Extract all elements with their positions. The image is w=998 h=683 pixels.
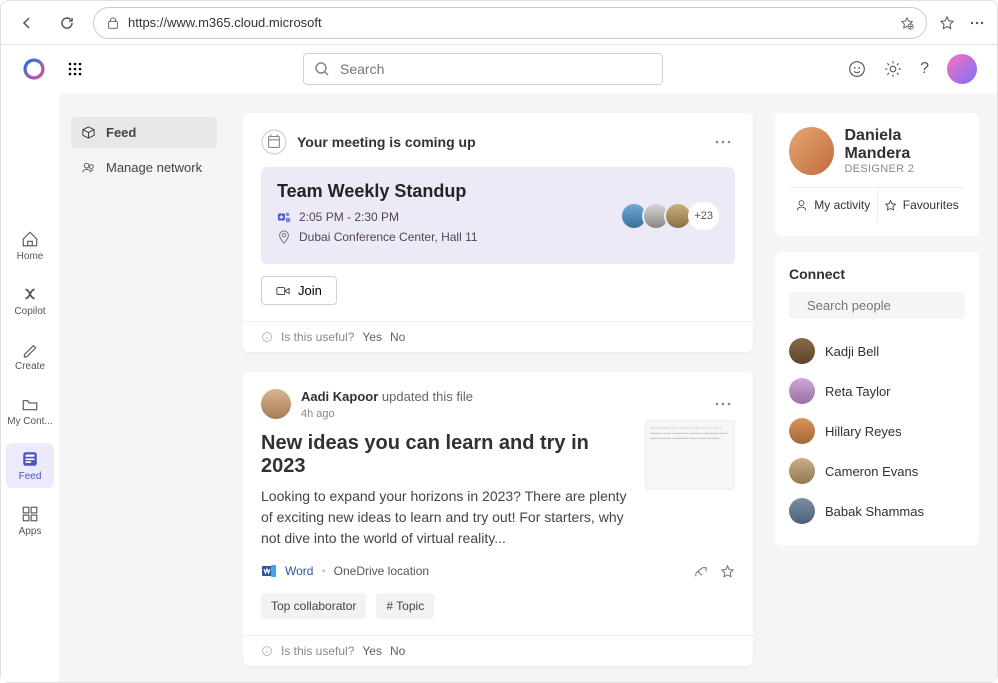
person-icon (795, 199, 808, 212)
copilot-icon (20, 284, 40, 304)
search-icon (314, 61, 330, 77)
meeting-title: Team Weekly Standup (277, 181, 478, 202)
arrow-left-icon (19, 15, 35, 31)
calendar-icon (261, 129, 287, 155)
author-name[interactable]: Aadi Kapoor (301, 389, 378, 404)
profile-avatar[interactable] (789, 127, 834, 175)
add-favorite-icon[interactable] (900, 16, 914, 30)
file-location[interactable]: OneDrive location (334, 564, 429, 578)
info-icon (261, 331, 273, 343)
left-rail: Home Copilot Create My Cont... Feed Apps (1, 93, 59, 682)
chip-top-collaborator[interactable]: Top collaborator (261, 593, 366, 619)
sidebar-item-feed[interactable]: Feed (71, 117, 217, 148)
chip-topic[interactable]: # Topic (376, 593, 434, 619)
search-input[interactable] (340, 61, 652, 77)
card-more-button[interactable] (711, 136, 735, 148)
app-header: ? (1, 45, 997, 93)
meeting-card: Your meeting is coming up Team Weekly St… (243, 113, 753, 352)
person-row[interactable]: Kadji Bell (789, 331, 965, 371)
feed-cube-icon (81, 125, 96, 140)
app-launcher-button[interactable] (65, 59, 85, 79)
star-icon (884, 199, 897, 212)
person-avatar (789, 458, 815, 484)
teams-icon (277, 210, 291, 224)
connect-card: Connect Kadji Bell Reta Taylor Hillary R… (775, 252, 979, 545)
share-icon[interactable] (693, 564, 708, 579)
address-bar[interactable] (93, 7, 927, 39)
sidebar-item-manage-network[interactable]: Manage network (71, 152, 217, 183)
settings-icon[interactable] (884, 60, 902, 78)
folder-icon (20, 394, 40, 414)
apps-icon (20, 504, 40, 524)
my-activity-button[interactable]: My activity (789, 188, 878, 222)
useful-yes[interactable]: Yes (362, 330, 382, 344)
profile-card: Daniela Mandera DESIGNER 2 My activity F… (775, 113, 979, 236)
useful-no[interactable]: No (390, 330, 405, 344)
person-avatar (789, 338, 815, 364)
emoji-icon[interactable] (848, 60, 866, 78)
star-icon[interactable] (720, 564, 735, 579)
person-row[interactable]: Babak Shammas (789, 491, 965, 531)
location-icon (277, 230, 291, 244)
card-more-button[interactable] (711, 398, 735, 410)
meeting-banner: Team Weekly Standup 2:05 PM - 2:30 PM Du… (261, 167, 735, 264)
file-update-card: Aadi Kapoor updated this file 4h ago New… (243, 372, 753, 666)
document-thumbnail[interactable]: New ideas you can learn and try in 2023 … (645, 420, 735, 490)
global-search[interactable] (303, 53, 663, 85)
profile-role: DESIGNER 2 (844, 163, 965, 175)
more-icon[interactable] (969, 15, 985, 31)
create-icon (20, 339, 40, 359)
person-row[interactable]: Hillary Reyes (789, 411, 965, 451)
post-time: 4h ago (301, 408, 335, 420)
connect-title: Connect (789, 266, 965, 282)
attendees: +23 (626, 181, 719, 250)
m365-logo-icon[interactable] (21, 56, 47, 82)
people-search-input[interactable] (807, 298, 983, 313)
file-app-label[interactable]: Word (285, 564, 313, 578)
person-avatar (789, 418, 815, 444)
post-title[interactable]: New ideas you can learn and try in 2023 (261, 432, 631, 478)
join-button[interactable]: Join (261, 276, 337, 305)
rail-apps[interactable]: Apps (6, 498, 54, 543)
useful-no[interactable]: No (390, 644, 405, 658)
person-row[interactable]: Reta Taylor (789, 371, 965, 411)
useful-yes[interactable]: Yes (362, 644, 382, 658)
feed-column: Your meeting is coming up Team Weekly St… (229, 93, 767, 682)
favourites-button[interactable]: Favourites (878, 188, 966, 222)
feed-sidebar: Feed Manage network (59, 93, 229, 682)
refresh-icon (59, 15, 75, 31)
back-button[interactable] (13, 9, 41, 37)
post-excerpt: Looking to expand your horizons in 2023?… (261, 486, 631, 549)
meeting-heading: Your meeting is coming up (297, 134, 476, 150)
attendee-overflow[interactable]: +23 (688, 202, 719, 230)
word-icon (261, 563, 277, 579)
help-button[interactable]: ? (920, 60, 929, 78)
feed-icon (20, 449, 40, 469)
author-avatar[interactable] (261, 389, 291, 419)
right-column: Daniela Mandera DESIGNER 2 My activity F… (767, 93, 997, 682)
rail-home[interactable]: Home (6, 223, 54, 268)
rail-feed[interactable]: Feed (6, 443, 54, 488)
url-input[interactable] (128, 15, 892, 30)
refresh-button[interactable] (53, 9, 81, 37)
person-avatar (789, 498, 815, 524)
person-row[interactable]: Cameron Evans (789, 451, 965, 491)
info-icon (261, 645, 273, 657)
favorites-icon[interactable] (939, 15, 955, 31)
person-avatar (789, 378, 815, 404)
user-avatar[interactable] (947, 54, 977, 84)
home-icon (20, 229, 40, 249)
browser-toolbar (1, 1, 997, 45)
rail-copilot[interactable]: Copilot (6, 278, 54, 323)
people-icon (81, 160, 96, 175)
connect-search[interactable] (789, 292, 965, 319)
video-icon (276, 284, 290, 298)
rail-mycontent[interactable]: My Cont... (6, 388, 54, 433)
rail-create[interactable]: Create (6, 333, 54, 378)
profile-name: Daniela Mandera (844, 127, 965, 163)
browser-actions (939, 15, 985, 31)
site-info-icon (106, 16, 120, 30)
